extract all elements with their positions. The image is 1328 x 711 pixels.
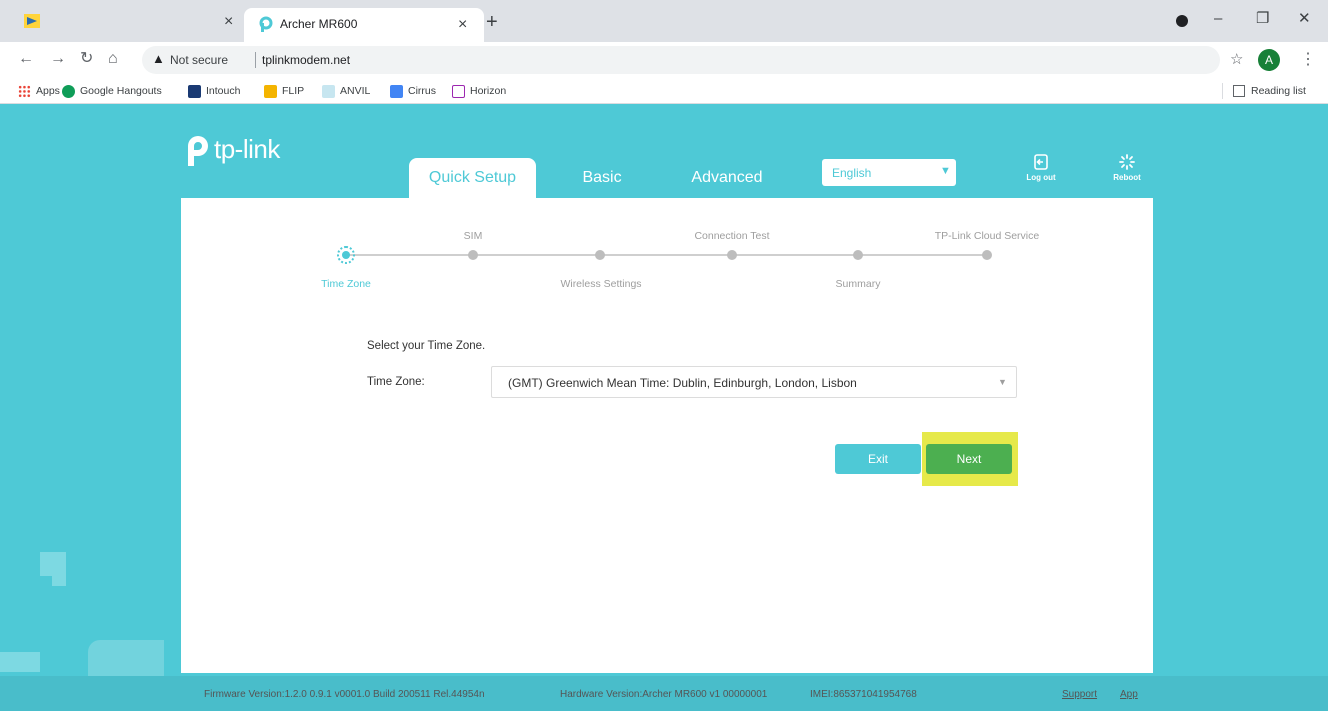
warning-icon[interactable]: ▲ xyxy=(152,51,165,66)
url-text[interactable]: tplinkmodem.net xyxy=(262,53,350,67)
bookmark-label: Apps xyxy=(36,85,60,97)
close-tab-icon[interactable]: × xyxy=(224,14,233,30)
browser-tab-strip: × Archer MR600 × + – ❐ ✕ xyxy=(0,0,1328,42)
bookmark-apps[interactable]: Apps xyxy=(18,83,60,99)
bookmark-label: Intouch xyxy=(206,85,241,97)
logout-button[interactable]: Log out xyxy=(1016,154,1066,194)
next-button[interactable]: Next xyxy=(926,444,1012,474)
hangouts-icon xyxy=(62,84,75,98)
restore-icon[interactable]: ❐ xyxy=(1256,10,1269,28)
reboot-icon xyxy=(1119,154,1135,170)
horizon-icon xyxy=(452,84,465,98)
step-cloud-dot xyxy=(982,250,992,260)
language-select[interactable]: English ▼ xyxy=(822,159,956,186)
step-label-time-zone: Time Zone xyxy=(321,278,371,290)
background-decoration xyxy=(52,564,66,586)
reading-list-label: Reading list xyxy=(1251,85,1306,97)
close-tab-icon[interactable]: × xyxy=(458,17,467,33)
browser-tab-active[interactable]: Archer MR600 × xyxy=(244,8,484,42)
tab-quick-setup[interactable]: Quick Setup xyxy=(409,158,536,198)
reading-list-icon xyxy=(1233,85,1245,97)
time-zone-select[interactable]: (GMT) Greenwich Mean Time: Dublin, Edinb… xyxy=(491,366,1017,398)
new-tab-icon[interactable]: + xyxy=(486,12,498,32)
bookmark-anvil[interactable]: ANVIL xyxy=(322,83,370,99)
step-label-sim: SIM xyxy=(463,230,483,242)
bookmark-intouch[interactable]: Intouch xyxy=(188,83,240,99)
bookmark-flip[interactable]: FLIP xyxy=(264,83,304,99)
chevron-down-icon: ▼ xyxy=(940,165,951,177)
profile-avatar[interactable]: A xyxy=(1258,49,1280,71)
app-link[interactable]: App xyxy=(1120,689,1138,700)
exit-button[interactable]: Exit xyxy=(835,444,921,474)
router-page: tp-link Quick Setup Basic Advanced Engli… xyxy=(0,104,1328,711)
support-link[interactable]: Support xyxy=(1062,689,1097,700)
bookmark-cirrus[interactable]: Cirrus xyxy=(390,83,436,99)
home-icon[interactable]: ⌂ xyxy=(108,50,118,68)
bookmark-star-icon[interactable]: ☆ xyxy=(1230,50,1243,68)
step-sim-dot xyxy=(468,250,478,260)
reading-list-separator xyxy=(1222,83,1223,99)
apps-grid-icon xyxy=(18,84,31,98)
step-label-connection-test: Connection Test xyxy=(694,230,770,242)
bookmark-label: Horizon xyxy=(470,85,507,97)
step-time-zone-active xyxy=(337,246,355,264)
reboot-button[interactable]: Reboot xyxy=(1102,154,1152,194)
tab-basic[interactable]: Basic xyxy=(560,158,644,198)
reboot-label: Reboot xyxy=(1113,173,1141,182)
step-summary-dot xyxy=(853,250,863,260)
flip-icon xyxy=(264,84,277,98)
close-window-icon[interactable]: ✕ xyxy=(1298,10,1311,28)
time-zone-prompt: Select your Time Zone. xyxy=(367,340,486,352)
step-label-cloud-service: TP-Link Cloud Service xyxy=(934,230,1040,242)
bookmark-label: FLIP xyxy=(282,85,305,97)
background-decoration xyxy=(0,652,40,672)
tp-link-favicon-icon xyxy=(259,16,273,32)
language-value: English xyxy=(832,166,872,180)
step-wireless-dot xyxy=(595,250,605,260)
stepper-track xyxy=(346,254,988,256)
bookmark-label: ANVIL xyxy=(340,85,371,97)
step-label-summary: Summary xyxy=(835,278,881,290)
address-bar[interactable]: ▲ Not secure tplinkmodem.net xyxy=(142,46,1220,74)
minimize-icon[interactable]: – xyxy=(1214,10,1222,28)
bookmark-label: Cirrus xyxy=(408,85,436,97)
hardware-version: Hardware Version:Archer MR600 v1 0000000… xyxy=(560,689,768,700)
forward-icon[interactable]: → xyxy=(50,50,66,68)
bookmark-label: Google Hangouts xyxy=(80,85,162,97)
caret-down-icon: ▼ xyxy=(998,377,1007,387)
imei-number: IMEI:865371041954768 xyxy=(810,689,917,700)
time-zone-label: Time Zone: xyxy=(367,376,425,388)
bookmark-horizon[interactable]: Horizon xyxy=(452,83,506,99)
reload-icon[interactable]: ↻ xyxy=(80,50,93,68)
logout-label: Log out xyxy=(1026,173,1056,182)
brand-name: tp-link xyxy=(214,133,280,164)
time-zone-value: (GMT) Greenwich Mean Time: Dublin, Edinb… xyxy=(508,376,857,390)
tp-link-logo-icon xyxy=(188,136,208,166)
intouch-icon xyxy=(188,84,201,98)
tab-advanced[interactable]: Advanced xyxy=(676,158,778,198)
router-footer: Firmware Version:1.2.0 0.9.1 v0001.0 Bui… xyxy=(0,676,1328,711)
back-icon[interactable]: ← xyxy=(18,50,34,68)
bookmarks-bar: Apps Google Hangouts Intouch FLIP ANVIL … xyxy=(0,78,1328,104)
active-step-dot xyxy=(342,251,350,259)
bookmark-google-hangouts[interactable]: Google Hangouts xyxy=(62,83,162,99)
active-tab-title: Archer MR600 xyxy=(280,17,358,31)
tab-favicon-icon xyxy=(24,14,40,28)
step-label-wireless-settings: Wireless Settings xyxy=(560,278,642,290)
profile-indicator-icon[interactable] xyxy=(1176,15,1188,27)
cirrus-icon xyxy=(390,84,403,98)
browser-menu-icon[interactable]: ⋮ xyxy=(1300,49,1316,69)
address-separator xyxy=(255,52,256,68)
step-connection-dot xyxy=(727,250,737,260)
security-status[interactable]: Not secure xyxy=(170,53,228,67)
browser-tab-inactive[interactable]: × xyxy=(0,0,244,42)
quick-setup-panel: SIM Connection Test TP-Link Cloud Servic… xyxy=(181,198,1153,673)
tp-link-logo[interactable]: tp-link xyxy=(176,132,280,166)
browser-toolbar: ← → ↻ ⌂ ▲ Not secure tplinkmodem.net ☆ A… xyxy=(0,42,1328,78)
logout-icon xyxy=(1034,154,1048,170)
firmware-version: Firmware Version:1.2.0 0.9.1 v0001.0 Bui… xyxy=(204,689,485,700)
reading-list[interactable]: Reading list xyxy=(1222,83,1306,99)
anvil-icon xyxy=(322,84,335,98)
